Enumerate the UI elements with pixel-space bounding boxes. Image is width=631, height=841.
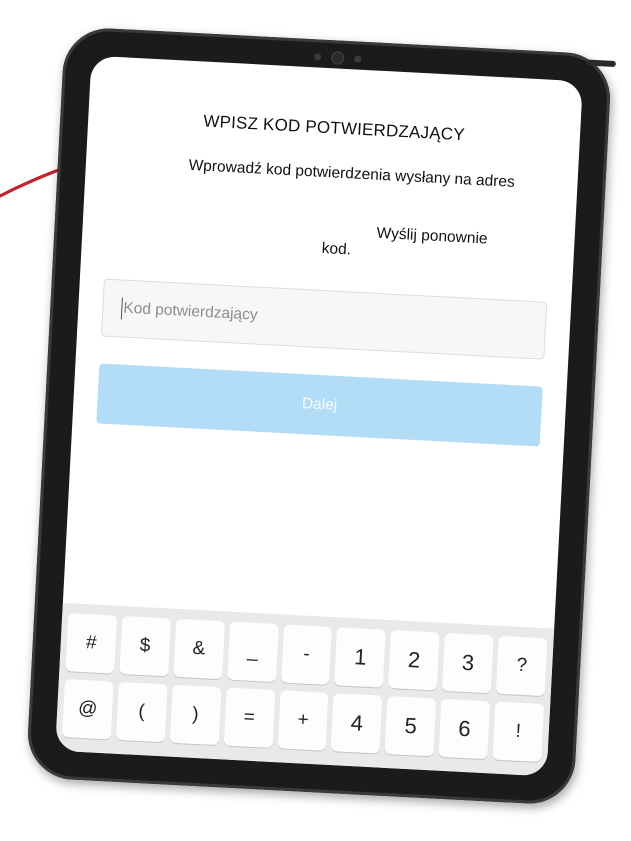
key-equals[interactable]: = [223,687,276,749]
key-1[interactable]: 1 [334,627,387,688]
power-button [585,59,616,68]
camera-cluster [314,50,362,65]
key-hyphen[interactable]: - [280,624,333,685]
sensor-icon [354,55,362,63]
confirmation-description: Wprowadź kod potwierdzenia wysłany na ad… [188,156,516,191]
next-button[interactable]: Dalej [96,363,543,447]
key-open-paren[interactable]: ( [115,681,168,743]
key-ampersand[interactable]: & [172,618,225,680]
sensor-icon [314,53,322,61]
onscreen-keyboard: # $ & _ - 1 2 3 ? @ ( ) = + 4 5 6 ! [55,602,555,777]
key-underscore[interactable]: _ [226,621,279,683]
resend-code-link[interactable]: Wyślij ponownie kod. [83,209,574,259]
camera-icon [330,51,345,65]
key-6[interactable]: 6 [438,698,491,760]
key-2[interactable]: 2 [388,630,441,691]
key-exclamation[interactable]: ! [492,701,545,763]
resend-code-text: Wyślij ponownie [376,224,488,248]
key-close-paren[interactable]: ) [169,684,222,746]
key-4[interactable]: 4 [330,693,383,754]
code-input-placeholder: Kod potwierdzający [122,299,259,324]
key-5[interactable]: 5 [384,695,437,757]
resend-code-text-end: kod. [321,239,352,259]
key-3[interactable]: 3 [442,632,494,694]
next-button-label: Dalej [301,395,338,414]
key-plus[interactable]: + [277,690,329,751]
page-title: WPISZ KOD POTWIERDZAJĄCY [202,111,466,145]
confirmation-code-input[interactable]: Kod potwierdzający [100,278,548,360]
tablet-frame: WPISZ KOD POTWIERDZAJĄCY Wprowadź kod po… [25,26,616,806]
key-at[interactable]: @ [61,679,114,740]
screen: WPISZ KOD POTWIERDZAJĄCY Wprowadź kod po… [55,55,583,777]
key-dollar[interactable]: $ [119,615,171,677]
key-question[interactable]: ? [495,635,548,697]
key-hash[interactable]: # [65,613,118,674]
